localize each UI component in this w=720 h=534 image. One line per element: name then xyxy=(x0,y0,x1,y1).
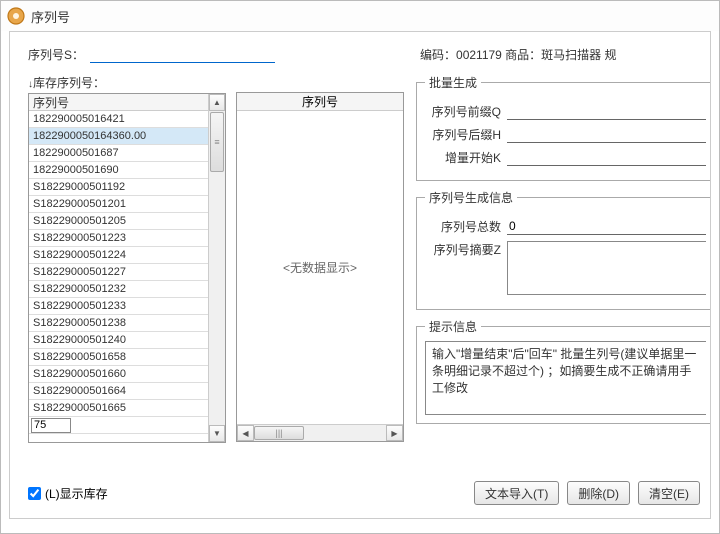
table-row[interactable]: S18229000501224 xyxy=(29,247,208,264)
table-row[interactable]: S18229000501664 xyxy=(29,383,208,400)
show-stock-input[interactable] xyxy=(28,487,41,500)
summary-label: 序列号摘要Z xyxy=(425,241,501,258)
tips-text: 输入"增量结束"后"回车" 批量生列号(建议单据里一条明细记录不超过个) ；如摘… xyxy=(425,341,706,415)
right-panel: 批量生成 序列号前缀Q 序列号后缀H 增量开始K 序列号生成 xyxy=(414,74,710,440)
table-row[interactable]: 18229000501687 xyxy=(29,145,208,162)
total-label: 序列号总数 xyxy=(425,218,501,235)
gen-info-fieldset: 序列号生成信息 序列号总数 0 序列号摘要Z xyxy=(416,189,710,310)
serial-input[interactable] xyxy=(90,45,275,63)
start-row: 增量开始K xyxy=(425,149,706,166)
show-stock-label: (L)显示库存 xyxy=(45,485,108,502)
serial-label: 序列号S： xyxy=(28,46,84,63)
suffix-row: 序列号后缀H xyxy=(425,126,706,143)
dialog-window: 序列号 序列号S： 编码：0021179 商品：斑马扫描器 规 ↓库存序列号： … xyxy=(0,0,720,534)
show-stock-checkbox[interactable]: (L)显示库存 xyxy=(28,485,108,502)
batch-fieldset: 批量生成 序列号前缀Q 序列号后缀H 增量开始K xyxy=(416,74,710,181)
table-row[interactable]: S18229000501201 xyxy=(29,196,208,213)
delete-button[interactable]: 删除(D) xyxy=(567,481,630,505)
table-row[interactable]: S18229000501192 xyxy=(29,179,208,196)
summary-row: 序列号摘要Z xyxy=(425,241,706,295)
app-icon xyxy=(7,7,25,25)
tips-legend: 提示信息 xyxy=(425,318,481,335)
stock-vscrollbar: ▲ ▼ xyxy=(208,94,225,442)
content-area: 序列号S： 编码：0021179 商品：斑马扫描器 规 ↓库存序列号： 序列号 … xyxy=(9,31,711,519)
gen-info-legend: 序列号生成信息 xyxy=(425,189,517,206)
table-row[interactable]: S18229000501665 xyxy=(29,400,208,417)
summary-textarea[interactable] xyxy=(507,241,706,295)
stock-column-header[interactable]: 序列号 xyxy=(29,94,208,111)
stock-table: 序列号 1822900050164211822900050164360.0018… xyxy=(28,93,226,443)
bottom-row: (L)显示库存 文本导入(T) 删除(D) 清空(E) xyxy=(28,478,710,508)
table-row[interactable]: 1822900050164360.00 xyxy=(29,128,208,145)
stock-table-wrap: 序列号 1822900050164211822900050164360.0018… xyxy=(29,94,208,442)
stock-header: ↓库存序列号： xyxy=(28,74,226,91)
clear-button[interactable]: 清空(E) xyxy=(638,481,700,505)
titlebar: 序列号 xyxy=(1,1,719,31)
table-input-row xyxy=(29,417,208,434)
start-input[interactable] xyxy=(507,150,706,166)
start-label: 增量开始K xyxy=(425,149,501,166)
total-row: 序列号总数 0 xyxy=(425,218,706,235)
total-value: 0 xyxy=(507,219,706,235)
table-row[interactable]: S18229000501205 xyxy=(29,213,208,230)
button-group: 文本导入(T) 删除(D) 清空(E) xyxy=(474,481,710,505)
scroll-up-button[interactable]: ▲ xyxy=(209,94,225,111)
table-row[interactable]: S18229000501238 xyxy=(29,315,208,332)
table-row[interactable]: 18229000501690 xyxy=(29,162,208,179)
prefix-label: 序列号前缀Q xyxy=(425,103,501,120)
product-info: 编码：0021179 商品：斑马扫描器 规 xyxy=(420,46,617,63)
scroll-right-button[interactable]: ▶ xyxy=(386,425,403,441)
scroll-left-button[interactable]: ◀ xyxy=(237,425,254,441)
hscroll-thumb[interactable]: ||| xyxy=(254,426,304,440)
tips-fieldset: 提示信息 输入"增量结束"后"回车" 批量生列号(建议单据里一条明细记录不超过个… xyxy=(416,318,710,424)
table-row[interactable]: S18229000501240 xyxy=(29,332,208,349)
main-area: ↓库存序列号： 序列号 1822900050164211822900050164… xyxy=(28,74,710,440)
table-row[interactable]: 182290005016421 xyxy=(29,111,208,128)
window-title: 序列号 xyxy=(31,7,70,26)
serial-list-header[interactable]: 序列号 xyxy=(237,93,403,111)
top-row: 序列号S： 编码：0021179 商品：斑马扫描器 规 xyxy=(28,36,710,72)
row-filter-input[interactable] xyxy=(31,418,71,433)
serial-list-box: 序列号 <无数据显示> ◀ ||| ▶ xyxy=(236,92,404,442)
suffix-label: 序列号后缀H xyxy=(425,126,501,143)
table-row[interactable]: S18229000501658 xyxy=(29,349,208,366)
suffix-input[interactable] xyxy=(507,127,706,143)
stock-panel: ↓库存序列号： 序列号 1822900050164211822900050164… xyxy=(28,74,226,440)
table-row[interactable]: S18229000501227 xyxy=(29,264,208,281)
stock-table-body: 1822900050164211822900050164360.00182290… xyxy=(29,111,208,434)
serial-list-empty: <无数据显示> xyxy=(237,111,403,424)
batch-legend: 批量生成 xyxy=(425,74,481,91)
scroll-down-button[interactable]: ▼ xyxy=(209,425,225,442)
serial-list-panel: 序列号 <无数据显示> ◀ ||| ▶ xyxy=(236,74,404,440)
scroll-thumb[interactable] xyxy=(210,112,224,172)
prefix-input[interactable] xyxy=(507,104,706,120)
table-row[interactable]: S18229000501232 xyxy=(29,281,208,298)
table-row[interactable]: S18229000501223 xyxy=(29,230,208,247)
table-row[interactable]: S18229000501660 xyxy=(29,366,208,383)
table-row[interactable]: S18229000501233 xyxy=(29,298,208,315)
serial-hscrollbar: ◀ ||| ▶ xyxy=(237,424,403,441)
prefix-row: 序列号前缀Q xyxy=(425,103,706,120)
import-button[interactable]: 文本导入(T) xyxy=(474,481,559,505)
hscroll-track[interactable] xyxy=(304,425,386,441)
